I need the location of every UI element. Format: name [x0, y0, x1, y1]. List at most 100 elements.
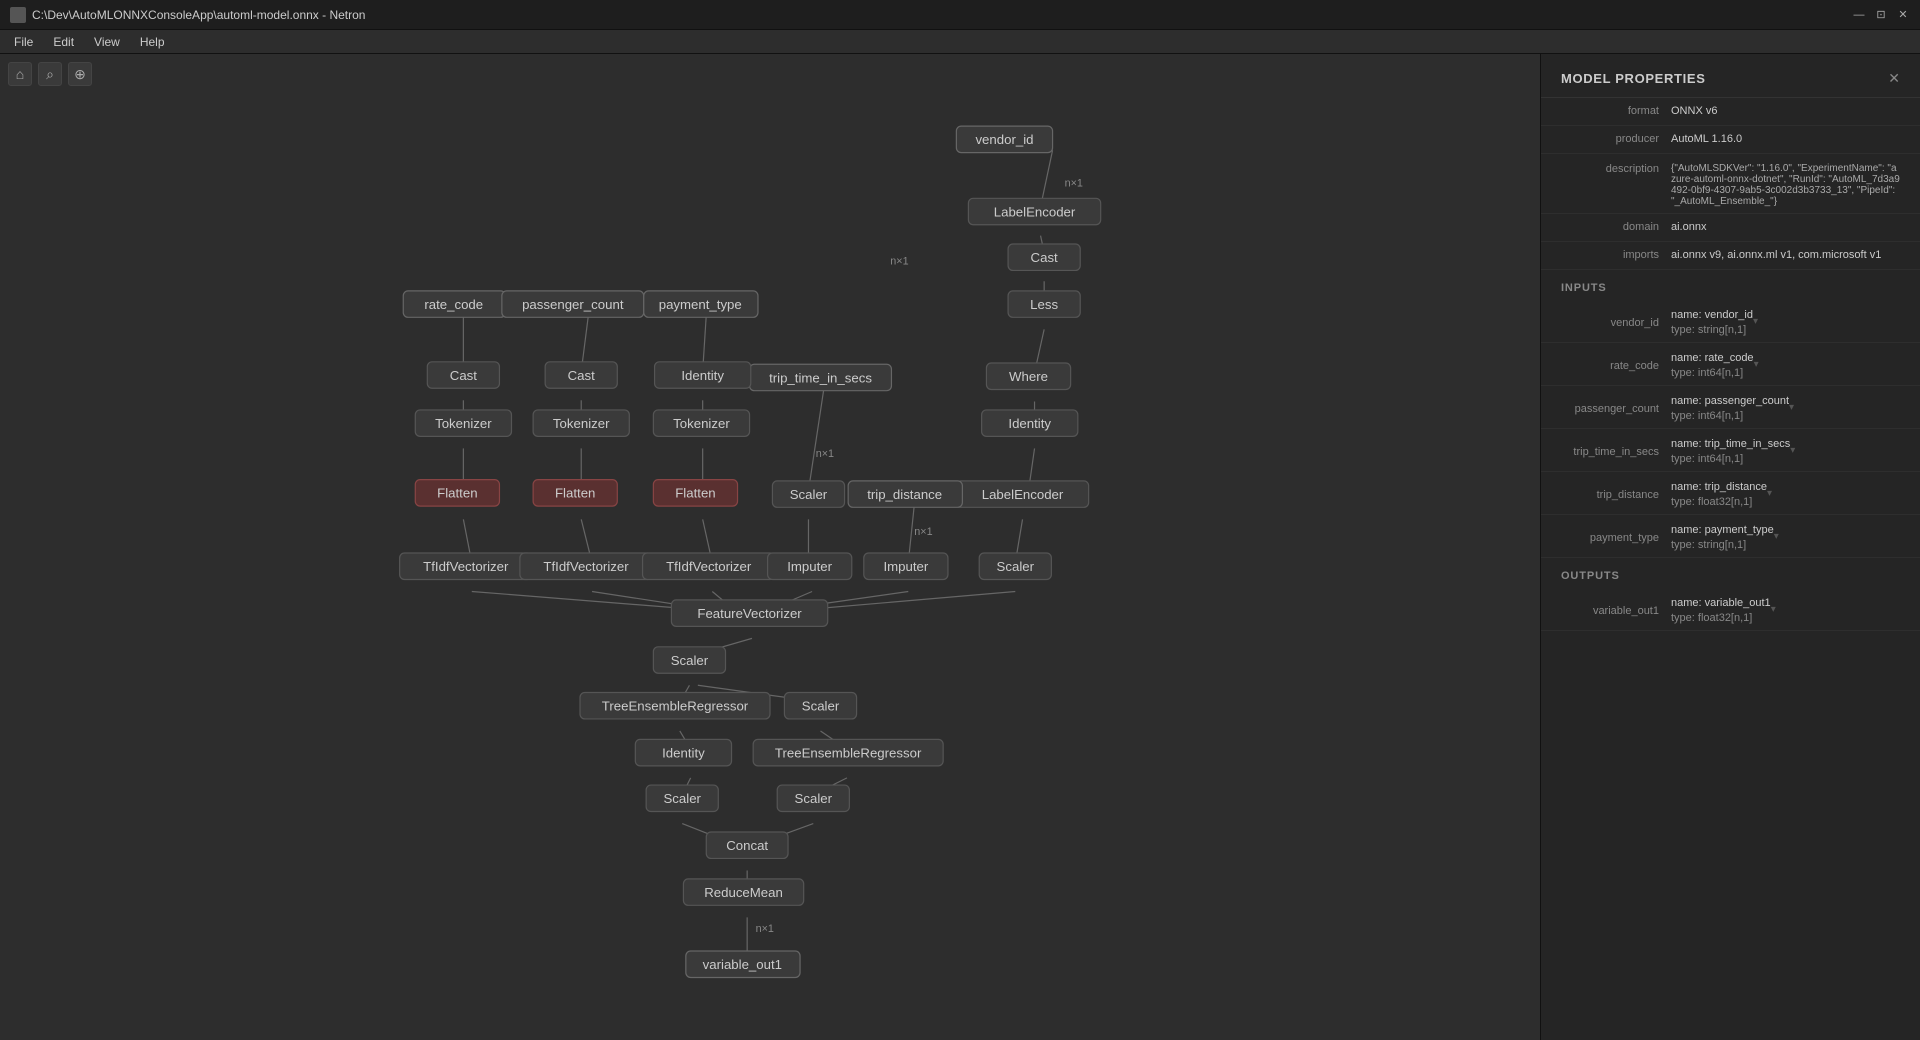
svg-text:trip_distance: trip_distance — [867, 487, 942, 502]
svg-text:LabelEncoder: LabelEncoder — [994, 204, 1076, 219]
svg-text:payment_type: payment_type — [659, 297, 742, 312]
input-trip-time-arrow: ▾ — [1790, 445, 1795, 456]
description-row: description {"AutoMLSDKVer": "1.16.0", "… — [1541, 154, 1920, 214]
svg-text:Cast: Cast — [568, 368, 596, 383]
input-passenger-count-name-label: passenger_count — [1561, 400, 1671, 415]
producer-label: producer — [1561, 130, 1671, 145]
svg-text:Scaler: Scaler — [997, 559, 1035, 574]
format-row: format ONNX v6 — [1541, 98, 1920, 126]
svg-text:Scaler: Scaler — [795, 791, 833, 806]
svg-text:variable_out1: variable_out1 — [703, 957, 782, 972]
menu-edit[interactable]: Edit — [43, 33, 84, 51]
input-trip-distance-arrow: ▾ — [1767, 488, 1772, 499]
panel-close-button[interactable]: ✕ — [1888, 70, 1900, 87]
producer-row: producer AutoML 1.16.0 — [1541, 126, 1920, 154]
input-vendor-id-type: type: string[n,1] — [1671, 321, 1753, 336]
svg-text:vendor_id: vendor_id — [975, 132, 1033, 147]
svg-text:FeatureVectorizer: FeatureVectorizer — [697, 606, 802, 621]
svg-text:Less: Less — [1030, 297, 1058, 312]
svg-text:n×1: n×1 — [890, 255, 908, 267]
svg-text:Identity: Identity — [1008, 416, 1051, 431]
input-payment-type-name-label: payment_type — [1561, 529, 1671, 544]
output-variable-out1-arrow: ▾ — [1771, 604, 1776, 615]
svg-text:TreeEnsembleRegressor: TreeEnsembleRegressor — [602, 699, 749, 714]
svg-text:n×1: n×1 — [816, 448, 834, 460]
format-value: ONNX v6 — [1671, 102, 1900, 117]
restore-button[interactable]: ⊡ — [1874, 8, 1888, 22]
svg-text:rate_code: rate_code — [424, 297, 483, 312]
imports-row: imports ai.onnx v9, ai.onnx.ml v1, com.m… — [1541, 242, 1920, 270]
close-button[interactable]: ✕ — [1896, 8, 1910, 22]
input-vendor-id-arrow: ▾ — [1753, 316, 1758, 327]
svg-text:Cast: Cast — [450, 368, 478, 383]
search-button[interactable]: ⌕ — [38, 62, 62, 86]
input-rate-code-type: type: int64[n,1] — [1671, 364, 1754, 379]
output-variable-out1-type: type: float32[n,1] — [1671, 609, 1771, 624]
svg-text:TfIdfVectorizer: TfIdfVectorizer — [423, 559, 509, 574]
svg-text:LabelEncoder: LabelEncoder — [982, 487, 1064, 502]
outputs-section-header: OUTPUTS — [1541, 558, 1920, 588]
input-passenger-count-name: name: passenger_count — [1671, 392, 1789, 407]
svg-text:Flatten: Flatten — [555, 486, 595, 501]
svg-text:Tokenizer: Tokenizer — [435, 416, 492, 431]
svg-text:Scaler: Scaler — [802, 699, 840, 714]
svg-text:Cast: Cast — [1031, 250, 1059, 265]
zoom-button[interactable]: ⊕ — [68, 62, 92, 86]
input-rate-code[interactable]: rate_code name: rate_code type: int64[n,… — [1541, 343, 1920, 386]
svg-text:Scaler: Scaler — [663, 791, 701, 806]
panel-header: MODEL PROPERTIES ✕ — [1541, 54, 1920, 98]
svg-text:Identity: Identity — [681, 368, 724, 383]
svg-text:TfIdfVectorizer: TfIdfVectorizer — [666, 559, 752, 574]
svg-text:Imputer: Imputer — [883, 559, 928, 574]
svg-text:n×1: n×1 — [1065, 177, 1083, 189]
panel-title: MODEL PROPERTIES — [1561, 71, 1706, 86]
input-passenger-count-type: type: int64[n,1] — [1671, 407, 1789, 422]
inputs-section-header: INPUTS — [1541, 270, 1920, 300]
input-trip-distance-type: type: float32[n,1] — [1671, 493, 1767, 508]
input-vendor-id-name-label: vendor_id — [1561, 314, 1671, 329]
home-button[interactable]: ⌂ — [8, 62, 32, 86]
input-trip-time[interactable]: trip_time_in_secs name: trip_time_in_sec… — [1541, 429, 1920, 472]
svg-text:Flatten: Flatten — [437, 486, 477, 501]
input-passenger-count[interactable]: passenger_count name: passenger_count ty… — [1541, 386, 1920, 429]
input-payment-type-type: type: string[n,1] — [1671, 536, 1774, 551]
svg-text:Imputer: Imputer — [787, 559, 832, 574]
svg-text:n×1: n×1 — [914, 526, 932, 538]
graph-toolbar: ⌂ ⌕ ⊕ — [8, 62, 92, 86]
svg-text:TfIdfVectorizer: TfIdfVectorizer — [543, 559, 629, 574]
menu-view[interactable]: View — [84, 33, 130, 51]
svg-text:Scaler: Scaler — [790, 487, 828, 502]
input-trip-distance[interactable]: trip_distance name: trip_distance type: … — [1541, 472, 1920, 515]
svg-text:trip_time_in_secs: trip_time_in_secs — [769, 370, 872, 385]
input-rate-code-arrow: ▾ — [1754, 359, 1759, 370]
svg-text:Scaler: Scaler — [671, 653, 709, 668]
menu-help[interactable]: Help — [130, 33, 175, 51]
description-value: {"AutoMLSDKVer": "1.16.0", "ExperimentNa… — [1671, 160, 1900, 207]
input-trip-time-name-label: trip_time_in_secs — [1561, 443, 1671, 458]
properties-panel: MODEL PROPERTIES ✕ format ONNX v6 produc… — [1540, 54, 1920, 1040]
svg-text:passenger_count: passenger_count — [522, 297, 624, 312]
description-label: description — [1561, 160, 1671, 175]
input-payment-type-arrow: ▾ — [1774, 531, 1779, 542]
input-rate-code-name-label: rate_code — [1561, 357, 1671, 372]
svg-text:Concat: Concat — [726, 838, 768, 853]
output-variable-out1-name-label: variable_out1 — [1561, 602, 1671, 617]
graph-canvas[interactable]: ⌂ ⌕ ⊕ — [0, 54, 1540, 1040]
producer-value: AutoML 1.16.0 — [1671, 130, 1900, 145]
graph-svg: n×1 n×1 n×1 n×1 n×1 vendor_id LabelEncod… — [0, 54, 1540, 1040]
svg-text:n×1: n×1 — [756, 923, 774, 935]
format-label: format — [1561, 102, 1671, 117]
input-trip-time-type: type: int64[n,1] — [1671, 450, 1790, 465]
svg-text:Flatten: Flatten — [675, 486, 715, 501]
svg-text:Identity: Identity — [662, 745, 705, 760]
window-controls: — ⊡ ✕ — [1852, 8, 1910, 22]
main-area: ⌂ ⌕ ⊕ — [0, 54, 1920, 1040]
input-vendor-id[interactable]: vendor_id name: vendor_id type: string[n… — [1541, 300, 1920, 343]
menu-file[interactable]: File — [4, 33, 43, 51]
imports-value: ai.onnx v9, ai.onnx.ml v1, com.microsoft… — [1671, 246, 1900, 261]
minimize-button[interactable]: — — [1852, 8, 1866, 22]
input-rate-code-name: name: rate_code — [1671, 349, 1754, 364]
output-variable-out1[interactable]: variable_out1 name: variable_out1 type: … — [1541, 588, 1920, 631]
input-payment-type[interactable]: payment_type name: payment_type type: st… — [1541, 515, 1920, 558]
app-icon — [10, 7, 26, 23]
